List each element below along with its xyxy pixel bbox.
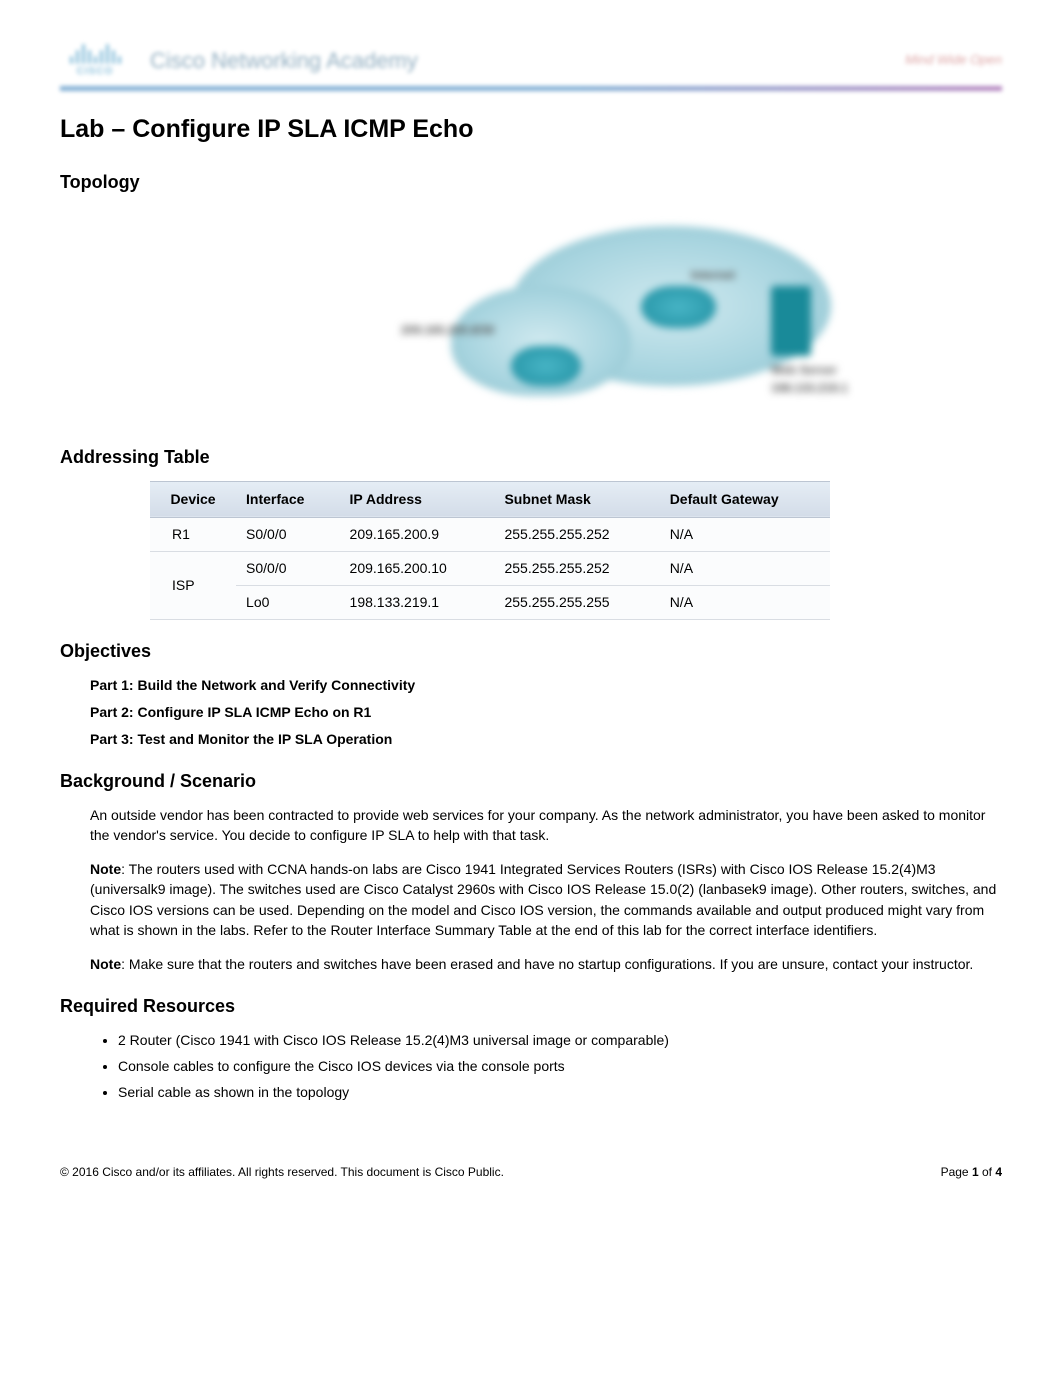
col-mask: Subnet Mask (494, 481, 659, 517)
topology-label-internet: Internet (691, 266, 735, 284)
col-gateway: Default Gateway (660, 481, 830, 517)
background-note-1: Note: The routers used with CCNA hands-o… (90, 859, 1002, 940)
list-item: Console cables to configure the Cisco IO… (118, 1056, 1002, 1077)
brand-text: CISCO (77, 64, 114, 79)
page-header: CISCO Cisco Networking Academy Mind Wide… (60, 40, 1002, 91)
router-isp-icon (641, 286, 716, 328)
page-total: 4 (995, 1165, 1002, 1179)
cell-iface: Lo0 (236, 585, 339, 619)
cell-iface: S0/0/0 (236, 517, 339, 551)
table-row: R1 S0/0/0 209.165.200.9 255.255.255.252 … (150, 517, 830, 551)
table-row: Lo0 198.133.219.1 255.255.255.255 N/A (150, 585, 830, 619)
background-body: An outside vendor has been contracted to… (90, 805, 1002, 975)
background-heading: Background / Scenario (60, 768, 1002, 795)
topology-diagram: 209.165.200.8/30 Internet Web Server 198… (251, 206, 811, 426)
resources-list: 2 Router (Cisco 1941 with Cisco IOS Rele… (118, 1030, 1002, 1103)
objective-item: Part 3: Test and Monitor the IP SLA Oper… (90, 729, 1002, 750)
page-indicator: Page 1 of 4 (941, 1163, 1002, 1181)
col-device: Device (150, 481, 236, 517)
page-title: Lab – Configure IP SLA ICMP Echo (60, 111, 1002, 149)
page-current: 1 (972, 1165, 979, 1179)
cell-mask: 255.255.255.252 (494, 517, 659, 551)
addressing-heading: Addressing Table (60, 444, 1002, 471)
server-icon (771, 286, 811, 356)
router-r1-icon (511, 346, 581, 386)
cell-gw: N/A (660, 585, 830, 619)
cell-ip: 209.165.200.9 (340, 517, 495, 551)
background-paragraph: An outside vendor has been contracted to… (90, 805, 1002, 846)
cell-gw: N/A (660, 517, 830, 551)
cell-mask: 255.255.255.252 (494, 551, 659, 585)
table-header-row: Device Interface IP Address Subnet Mask … (150, 481, 830, 517)
col-interface: Interface (236, 481, 339, 517)
list-item: Serial cable as shown in the topology (118, 1082, 1002, 1103)
copyright-text: © 2016 Cisco and/or its affiliates. All … (60, 1163, 504, 1181)
addressing-table: Device Interface IP Address Subnet Mask … (150, 481, 830, 620)
col-ip: IP Address (340, 481, 495, 517)
academy-title: Cisco Networking Academy (150, 44, 418, 77)
note-text: : Make sure that the routers and switche… (121, 956, 973, 972)
resources-heading: Required Resources (60, 993, 1002, 1020)
background-note-2: Note: Make sure that the routers and swi… (90, 954, 1002, 974)
objective-item: Part 2: Configure IP SLA ICMP Echo on R1 (90, 702, 1002, 723)
page-of: of (979, 1165, 996, 1179)
page-footer: © 2016 Cisco and/or its affiliates. All … (60, 1163, 1002, 1181)
cisco-logo-icon: CISCO (60, 40, 130, 80)
note-label: Note (90, 861, 121, 877)
objective-item: Part 1: Build the Network and Verify Con… (90, 675, 1002, 696)
logo-group: CISCO Cisco Networking Academy (60, 40, 418, 80)
note-text: : The routers used with CCNA hands-on la… (90, 861, 996, 938)
tagline-text: Mind Wide Open (905, 50, 1002, 70)
page-label: Page (941, 1165, 972, 1179)
cell-device: ISP (150, 551, 236, 619)
topology-heading: Topology (60, 169, 1002, 196)
note-label: Note (90, 956, 121, 972)
table-row: ISP S0/0/0 209.165.200.10 255.255.255.25… (150, 551, 830, 585)
cell-device: R1 (150, 517, 236, 551)
cell-ip: 209.165.200.10 (340, 551, 495, 585)
cell-iface: S0/0/0 (236, 551, 339, 585)
list-item: 2 Router (Cisco 1941 with Cisco IOS Rele… (118, 1030, 1002, 1051)
topology-label-subnet: 209.165.200.8/30 (401, 321, 494, 339)
objectives-heading: Objectives (60, 638, 1002, 665)
cell-gw: N/A (660, 551, 830, 585)
topology-label-server: Web Server 198.133.219.1 (771, 361, 848, 397)
cell-mask: 255.255.255.255 (494, 585, 659, 619)
cell-ip: 198.133.219.1 (340, 585, 495, 619)
objectives-list: Part 1: Build the Network and Verify Con… (90, 675, 1002, 750)
